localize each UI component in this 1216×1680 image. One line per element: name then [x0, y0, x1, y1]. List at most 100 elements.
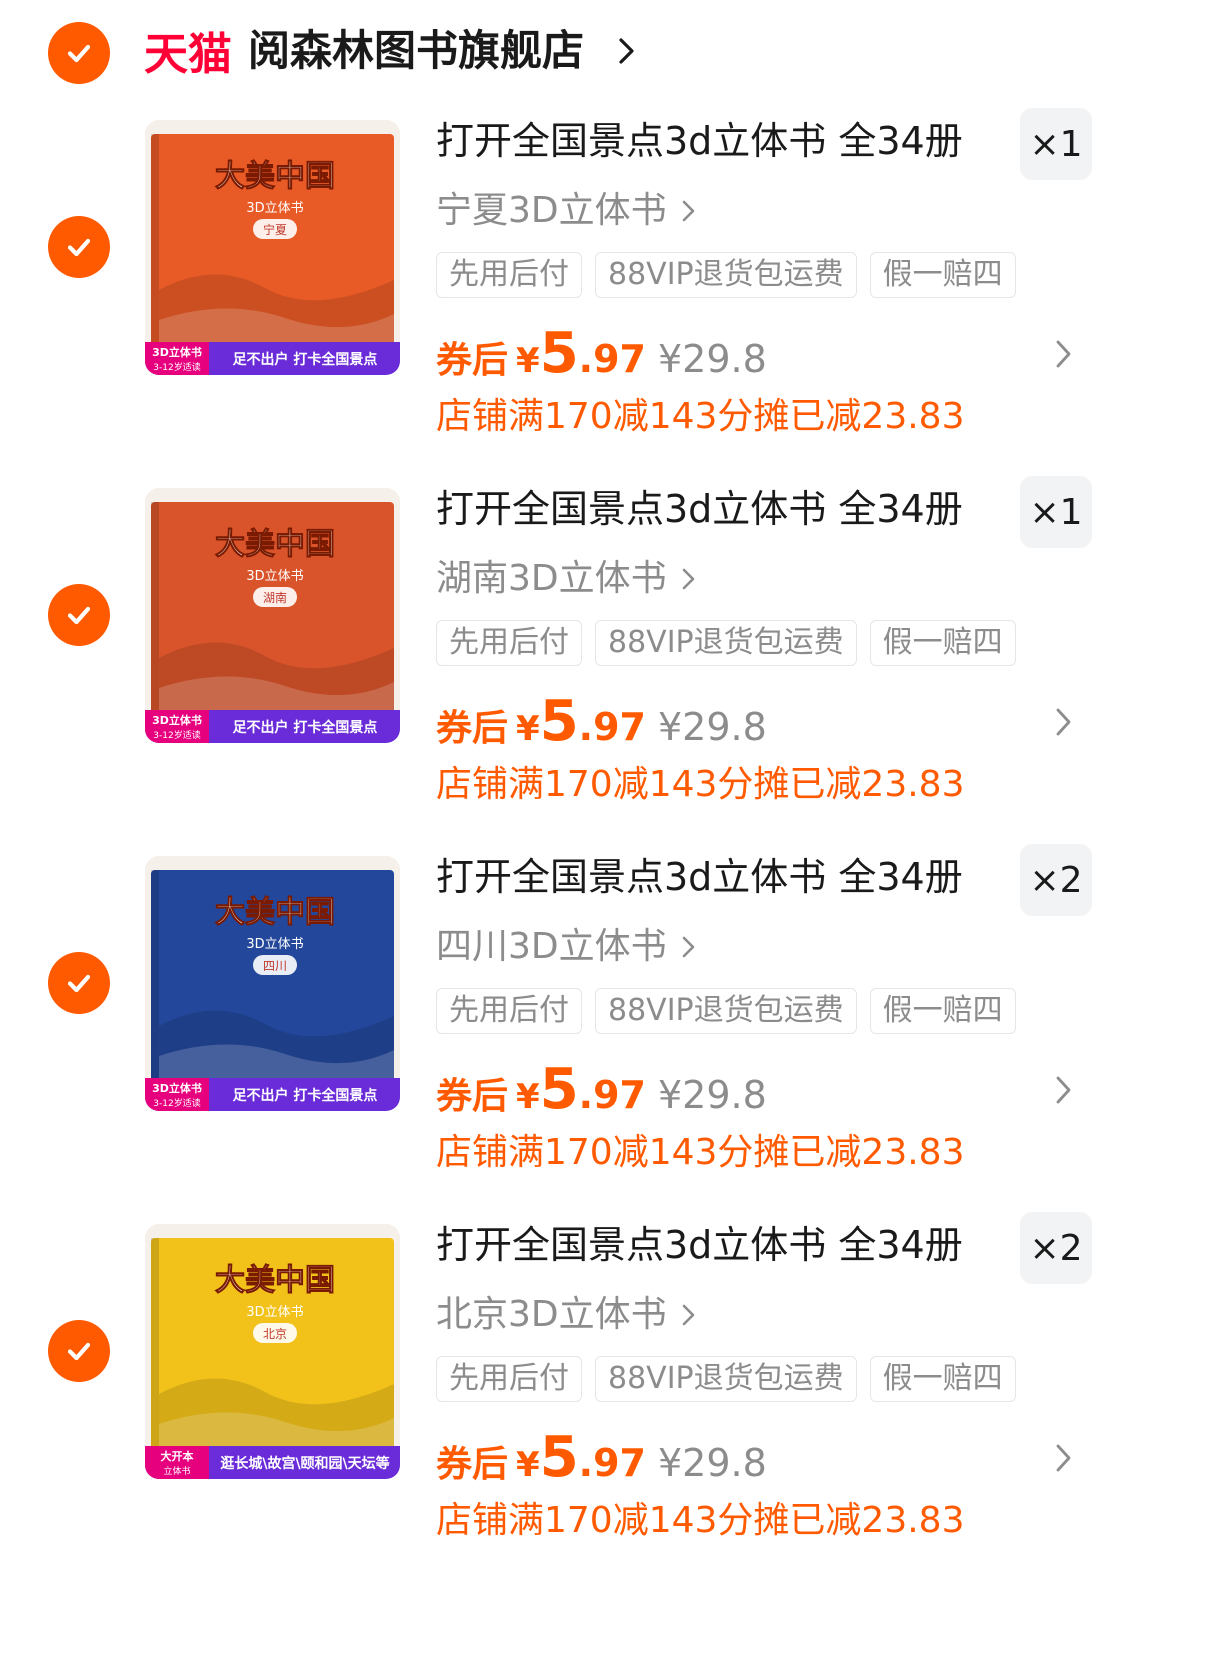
product-thumbnail[interactable]: 大美中国 3D立体书 宁夏 3D立体书 3-12岁适读 足不出户 打卡全国景点: [145, 120, 400, 375]
coupon-label: 券后: [436, 1444, 509, 1485]
sku-selector[interactable]: 宁夏3D立体书: [436, 186, 697, 236]
ribbon-badge-line1: 3D立体书: [152, 713, 202, 727]
cover-subtitle: 3D立体书: [246, 201, 303, 216]
sku-selector[interactable]: 四川3D立体书: [436, 922, 697, 972]
service-tag: 88VIP退货包运费: [595, 1356, 857, 1402]
service-tag: 先用后付: [436, 252, 582, 298]
currency-symbol: ¥: [516, 1077, 540, 1117]
coupon-label: 券后: [436, 708, 509, 749]
quantity-button[interactable]: ×1: [1020, 476, 1092, 548]
product-title[interactable]: 打开全国景点3d立体书 全34册: [436, 114, 963, 168]
currency-symbol: ¥: [516, 341, 540, 381]
service-tag: 88VIP退货包运费: [595, 620, 857, 666]
quantity-value: ×1: [1029, 491, 1083, 533]
price-decimal: .97: [578, 705, 646, 749]
price-decimal: .97: [578, 1073, 646, 1117]
ribbon-badge-line1: 3D立体书: [152, 1081, 202, 1095]
product-thumbnail[interactable]: 大美中国 3D立体书 四川 3D立体书 3-12岁适读 足不出户 打卡全国景点: [145, 856, 400, 1111]
cover-subtitle: 3D立体书: [246, 937, 303, 952]
quantity-value: ×1: [1029, 123, 1083, 165]
chevron-right-icon: [682, 936, 694, 958]
ribbon-badge-line2: 3-12岁适读: [153, 1097, 200, 1109]
currency-symbol: ¥: [516, 1445, 540, 1485]
ribbon-text: 足不出户 打卡全国景点: [233, 1087, 378, 1104]
ribbon-badge-line1: 大开本: [161, 1449, 194, 1463]
ribbon-text: 足不出户 打卡全国景点: [233, 351, 378, 368]
original-price: ¥29.8: [657, 705, 767, 749]
product-thumbnail[interactable]: 大美中国 3D立体书 北京 大开本 立体书 逛长城\故宫\颐和园\天坛等: [145, 1224, 400, 1479]
checkmark-icon: [67, 44, 91, 63]
ribbon-badge-line2: 3-12岁适读: [153, 729, 200, 741]
sku-selector[interactable]: 湖南3D立体书: [436, 554, 697, 604]
coupon-label: 券后: [436, 1076, 509, 1117]
currency-symbol: ¥: [516, 709, 540, 749]
store-select-checkbox[interactable]: [48, 22, 110, 84]
discount-note: 店铺满170减143分摊已减23.83: [436, 1500, 965, 1541]
quantity-button[interactable]: ×2: [1020, 844, 1092, 916]
cover-subtitle: 3D立体书: [246, 1305, 303, 1320]
chevron-right-icon: [682, 568, 694, 590]
service-tag: 先用后付: [436, 1356, 582, 1402]
cover-region: 北京: [263, 1327, 287, 1341]
chevron-right-icon[interactable]: [1054, 706, 1074, 738]
item-select-checkbox[interactable]: [48, 584, 110, 646]
ribbon-text: 足不出户 打卡全国景点: [233, 719, 378, 736]
checkmark-icon: [67, 1342, 91, 1361]
quantity-value: ×2: [1029, 1227, 1083, 1269]
price-row: 券后 ¥5.97 ¥29.8: [436, 1058, 767, 1122]
service-tag: 假一赔四: [869, 988, 1016, 1034]
price-integer: 5: [539, 321, 579, 386]
original-price: ¥29.8: [657, 1441, 767, 1485]
discount-note: 店铺满170减143分摊已减23.83: [436, 1132, 965, 1173]
item-select-checkbox[interactable]: [48, 1320, 110, 1382]
original-price: ¥29.8: [657, 337, 767, 381]
coupon-label: 券后: [436, 340, 509, 381]
product-title[interactable]: 打开全国景点3d立体书 全34册: [436, 1218, 963, 1272]
sku-label: 北京3D立体书: [436, 1294, 667, 1335]
chevron-right-icon[interactable]: [1054, 1074, 1074, 1106]
cart-item: 大美中国 3D立体书 北京 大开本 立体书 逛长城\故宫\颐和园\天坛等 打开全…: [0, 1212, 1140, 1592]
cover-title: 大美中国: [215, 527, 335, 562]
ribbon-text: 逛长城\故宫\颐和园\天坛等: [220, 1455, 389, 1472]
quantity-button[interactable]: ×2: [1020, 1212, 1092, 1284]
chevron-right-icon[interactable]: [1054, 338, 1074, 370]
book-cover-image: 大美中国 3D立体书 北京 大开本 立体书 逛长城\故宫\颐和园\天坛等: [145, 1224, 400, 1479]
product-title[interactable]: 打开全国景点3d立体书 全34册: [436, 482, 963, 536]
cart-item: 大美中国 3D立体书 四川 3D立体书 3-12岁适读 足不出户 打卡全国景点 …: [0, 844, 1140, 1224]
service-tag: 88VIP退货包运费: [595, 988, 857, 1034]
service-tags: 先用后付 88VIP退货包运费 假一赔四: [436, 620, 1016, 666]
cover-title: 大美中国: [215, 159, 335, 194]
discount-note: 店铺满170减143分摊已减23.83: [436, 396, 965, 437]
price-row: 券后 ¥5.97 ¥29.8: [436, 1426, 767, 1490]
ribbon-badge-line1: 3D立体书: [152, 345, 202, 359]
price-integer: 5: [539, 1057, 579, 1122]
discount-note: 店铺满170减143分摊已减23.83: [436, 764, 965, 805]
chevron-right-icon[interactable]: [616, 36, 638, 66]
service-tag: 先用后付: [436, 620, 582, 666]
item-select-checkbox[interactable]: [48, 216, 110, 278]
cover-region: 宁夏: [263, 222, 287, 237]
chevron-right-icon: [682, 1304, 694, 1326]
cover-region: 湖南: [263, 590, 287, 605]
tmall-logo: 天猫: [144, 29, 232, 78]
quantity-button[interactable]: ×1: [1020, 108, 1092, 180]
item-select-checkbox[interactable]: [48, 952, 110, 1014]
chevron-right-icon[interactable]: [1054, 1442, 1074, 1474]
checkmark-icon: [67, 238, 91, 257]
service-tag: 假一赔四: [869, 1356, 1016, 1402]
product-thumbnail[interactable]: 大美中国 3D立体书 湖南 3D立体书 3-12岁适读 足不出户 打卡全国景点: [145, 488, 400, 743]
quantity-value: ×2: [1029, 859, 1083, 901]
price-integer: 5: [539, 1425, 579, 1490]
original-price: ¥29.8: [657, 1073, 767, 1117]
book-cover-image: 大美中国 3D立体书 宁夏 3D立体书 3-12岁适读 足不出户 打卡全国景点: [145, 120, 400, 375]
store-header: 天猫 阅森林图书旗舰店: [0, 0, 1140, 110]
chevron-right-icon: [682, 200, 694, 222]
service-tag: 先用后付: [436, 988, 582, 1034]
cover-title: 大美中国: [215, 895, 335, 930]
product-title[interactable]: 打开全国景点3d立体书 全34册: [436, 850, 963, 904]
cart-item: 大美中国 3D立体书 宁夏 3D立体书 3-12岁适读 足不出户 打卡全国景点 …: [0, 108, 1140, 488]
store-name[interactable]: 阅森林图书旗舰店: [248, 22, 584, 80]
sku-selector[interactable]: 北京3D立体书: [436, 1290, 697, 1340]
cover-title: 大美中国: [215, 1263, 335, 1298]
checkmark-icon: [67, 974, 91, 993]
